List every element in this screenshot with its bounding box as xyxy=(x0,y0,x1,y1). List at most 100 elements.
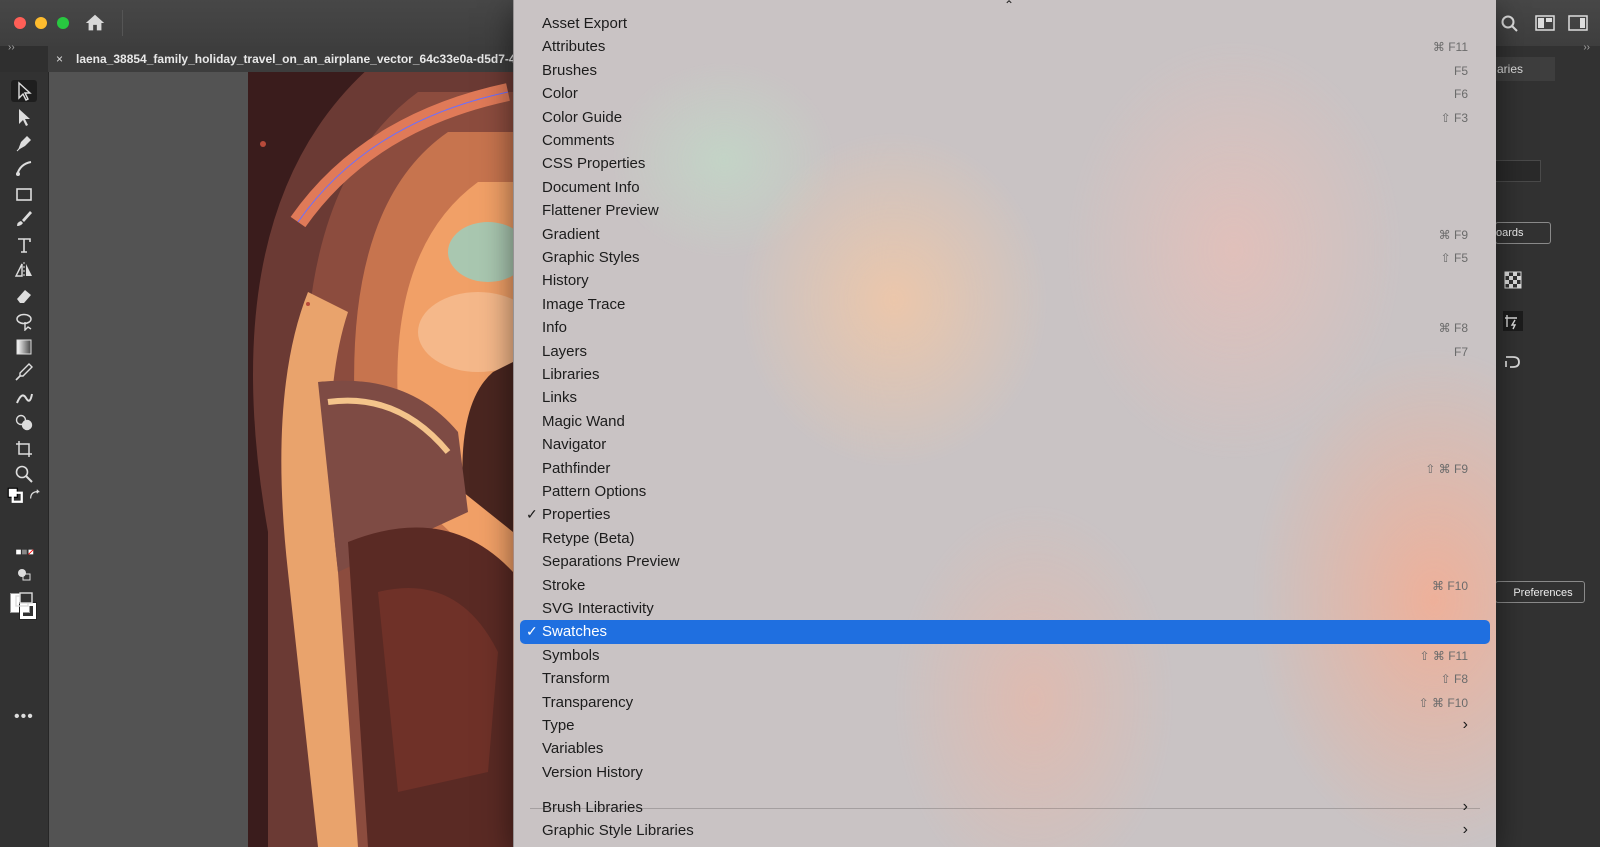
menu-item-label: Magic Wand xyxy=(542,412,625,430)
menu-item-symbols[interactable]: Symbols ⇧ ⌘ F11 xyxy=(520,644,1490,668)
menu-item-links[interactable]: Links xyxy=(520,386,1490,410)
keyboard-shortcut: F6 xyxy=(1453,87,1468,102)
checkmark-icon: ✓ xyxy=(526,506,538,523)
menu-item-brushes[interactable]: Brushes F5 xyxy=(520,59,1490,83)
menu-item-color-guide[interactable]: Color Guide ⇧ F3 xyxy=(520,106,1490,130)
screen-mode-icon[interactable] xyxy=(11,589,37,611)
more-tools-icon[interactable]: ••• xyxy=(14,708,34,726)
close-window-button[interactable] xyxy=(14,17,26,29)
search-icon[interactable] xyxy=(1500,14,1520,32)
menu-item-label: Symbols xyxy=(542,646,600,664)
close-tab-icon[interactable]: × xyxy=(56,46,70,72)
menu-item-type[interactable]: Type › xyxy=(520,714,1490,738)
menu-item-color[interactable]: Color F6 xyxy=(520,82,1490,106)
menu-item-info[interactable]: Info ⌘ F8 xyxy=(520,316,1490,340)
menu-item-gradient[interactable]: Gradient ⌘ F9 xyxy=(520,223,1490,247)
menu-item-comments[interactable]: Comments xyxy=(520,129,1490,153)
draw-mode-icon[interactable] xyxy=(11,563,37,585)
menu-item-attributes[interactable]: Attributes ⌘ F11 xyxy=(520,35,1490,59)
menu-item-label: Graphic Styles xyxy=(542,249,640,266)
transparency-grid-icon[interactable] xyxy=(1503,270,1523,290)
menu-item-graphic-styles[interactable]: Graphic Styles ⇧ F5 xyxy=(520,246,1490,270)
menu-item-label: SVG Interactivity xyxy=(542,600,654,617)
chevron-right-icon: › xyxy=(1462,821,1468,838)
menu-item-pathfinder[interactable]: Pathfinder ⇧ ⌘ F9 xyxy=(520,457,1490,481)
menu-item-svg-interactivity[interactable]: SVG Interactivity xyxy=(520,597,1490,621)
artboards-button[interactable]: oards xyxy=(1495,222,1551,244)
gradient-tool-icon[interactable] xyxy=(11,336,37,358)
menu-item-label: Swatches xyxy=(542,623,608,641)
artboard-tool-icon[interactable] xyxy=(11,438,37,460)
menu-item-history[interactable]: History xyxy=(520,269,1490,293)
menu-item-stroke[interactable]: Stroke ⌘ F10 xyxy=(520,574,1490,598)
rectangle-tool-icon[interactable] xyxy=(11,183,37,205)
menu-item-label: Info xyxy=(542,319,568,337)
checkmark-icon: ✓ xyxy=(526,623,538,640)
curvature-tool-icon[interactable] xyxy=(11,157,37,179)
menu-item-magic-wand[interactable]: Magic Wand xyxy=(520,410,1490,434)
menu-item-libraries[interactable]: Libraries xyxy=(520,363,1490,387)
menu-item-label: Gradient xyxy=(542,225,600,243)
menu-item-properties[interactable]: ✓ Properties xyxy=(520,503,1490,527)
type-tool-icon[interactable] xyxy=(11,234,37,256)
pen-tool-icon[interactable] xyxy=(11,132,37,154)
panel-dropdown[interactable] xyxy=(1495,160,1541,182)
default-fill-stroke-icon[interactable] xyxy=(6,487,24,503)
menu-item-graphic-style-libraries[interactable]: Graphic Style Libraries › xyxy=(520,819,1490,843)
workspace-switcher-icon[interactable] xyxy=(1535,14,1555,32)
document-tab-title: laena_38854_family_holiday_travel_on_an_… xyxy=(76,52,518,66)
menu-item-label: Comments xyxy=(542,132,615,149)
panel-toggle-icon[interactable] xyxy=(1568,14,1588,32)
menu-item-layers[interactable]: Layers F7 xyxy=(520,340,1490,364)
menu-item-label: Graphic Style Libraries xyxy=(542,822,694,839)
snap-to-pixel-icon[interactable] xyxy=(1503,311,1523,331)
paintbrush-tool-icon[interactable] xyxy=(11,208,37,230)
color-mode-icons[interactable] xyxy=(8,545,42,559)
menu-item-label: Document Info xyxy=(542,178,640,196)
menu-item-asset-export[interactable]: Asset Export xyxy=(520,12,1490,36)
collapse-panels-icon[interactable]: ›› xyxy=(1583,42,1590,53)
menu-item-separations-preview[interactable]: Separations Preview xyxy=(520,550,1490,574)
menu-item-version-history[interactable]: Version History xyxy=(520,761,1490,785)
menu-item-css-properties[interactable]: CSS Properties xyxy=(520,152,1490,176)
lasso-tool-icon[interactable] xyxy=(11,310,37,332)
menu-item-transparency[interactable]: Transparency ⇧ ⌘ F10 xyxy=(520,691,1490,715)
menu-item-label: Brushes xyxy=(542,61,598,79)
menu-item-flattener-preview[interactable]: Flattener Preview xyxy=(520,199,1490,223)
reflect-tool-icon[interactable] xyxy=(11,259,37,281)
blend-tool-icon[interactable] xyxy=(11,387,37,409)
menu-item-label: Pattern Options xyxy=(542,483,647,500)
menu-item-pattern-options[interactable]: Pattern Options xyxy=(520,480,1490,504)
scroll-up-indicator[interactable]: ⌃ xyxy=(1004,0,1022,11)
keyboard-shortcut: ⌘ F9 xyxy=(1438,227,1468,242)
menu-item-document-info[interactable]: Document Info xyxy=(520,176,1490,200)
menu-item-label: CSS Properties xyxy=(542,155,646,173)
eraser-tool-icon[interactable] xyxy=(11,285,37,307)
home-icon[interactable] xyxy=(84,12,106,34)
preferences-button[interactable]: Preferences xyxy=(1495,581,1585,603)
zoom-window-button[interactable] xyxy=(57,17,69,29)
libraries-tab[interactable]: aries xyxy=(1495,57,1555,81)
keyboard-shortcut: F7 xyxy=(1453,344,1468,359)
selection-tool-icon[interactable] xyxy=(11,80,37,102)
menu-item-transform[interactable]: Transform ⇧ F8 xyxy=(520,667,1490,691)
menu-item-label: Variables xyxy=(542,740,604,758)
menu-item-brush-libraries[interactable]: Brush Libraries › xyxy=(520,796,1490,820)
document-tab[interactable]: × laena_38854_family_holiday_travel_on_an… xyxy=(48,46,518,72)
menu-item-label: Separations Preview xyxy=(542,553,680,571)
menu-item-variables[interactable]: Variables xyxy=(520,737,1490,761)
zoom-tool-icon[interactable] xyxy=(11,463,37,485)
minimize-window-button[interactable] xyxy=(35,17,47,29)
menu-item-label: Retype (Beta) xyxy=(542,529,635,547)
menu-item-swatches[interactable]: ✓ Swatches xyxy=(520,620,1490,645)
artboard-illustration xyxy=(248,72,513,847)
menu-item-image-trace[interactable]: Image Trace xyxy=(520,293,1490,317)
swap-fill-stroke-icon[interactable] xyxy=(28,487,42,503)
snap-to-glyph-icon[interactable] xyxy=(1503,352,1523,372)
shape-builder-tool-icon[interactable] xyxy=(11,412,37,434)
eyedropper-tool-icon[interactable] xyxy=(11,361,37,383)
collapse-toolbar-icon[interactable]: ›› xyxy=(8,42,15,53)
direct-selection-tool-icon[interactable] xyxy=(11,106,37,128)
menu-item-navigator[interactable]: Navigator xyxy=(520,433,1490,457)
menu-item-retype-beta[interactable]: Retype (Beta) xyxy=(520,527,1490,551)
